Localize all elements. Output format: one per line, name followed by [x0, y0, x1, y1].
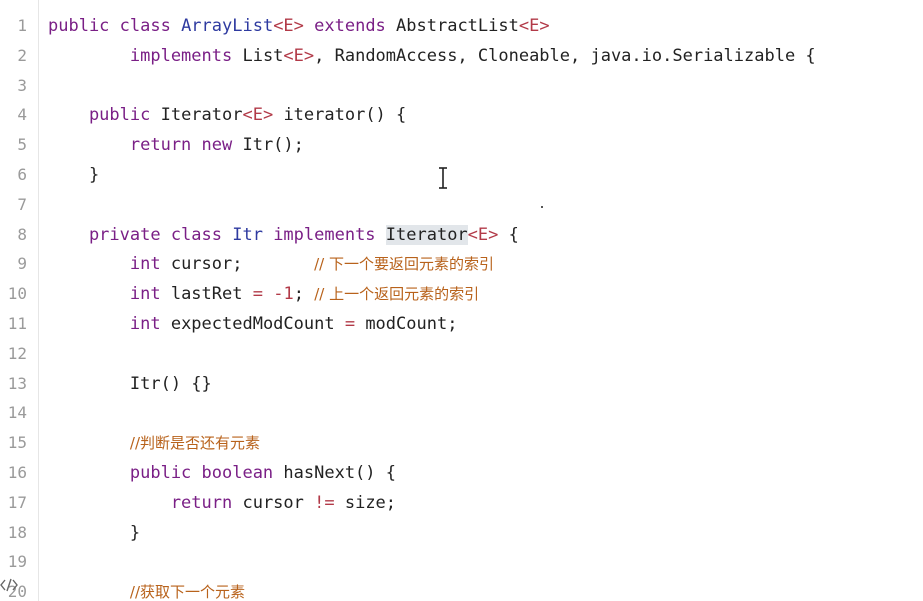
- line-number: 18: [7, 522, 27, 542]
- code-token: }: [48, 165, 100, 185]
- code-token: Itr() {}: [48, 373, 212, 394]
- stray-mark: [541, 206, 543, 208]
- line-number: 5: [17, 135, 27, 155]
- code-token: <E>: [467, 224, 499, 245]
- code-token: expectedModCount: [170, 314, 345, 334]
- code-token: private class: [48, 224, 233, 245]
- code-comment: //获取下一个元素: [129, 583, 245, 601]
- code-token: ArrayList: [181, 16, 274, 36]
- code-token: int: [48, 254, 171, 275]
- code-token: return new: [48, 135, 243, 156]
- code-token: -1: [273, 284, 294, 305]
- code-comment: // 上一个返回元素的索引: [314, 285, 480, 304]
- line-number: 3: [17, 75, 27, 95]
- code-token: public class: [48, 16, 182, 36]
- code-token: hasNext() {: [283, 463, 396, 483]
- code-token: Itr: [232, 224, 263, 245]
- code-token: int: [48, 314, 171, 334]
- fold-icon[interactable]: [0, 578, 18, 592]
- line-number: 19: [7, 552, 27, 572]
- code-comment: //判断是否还有元素: [129, 434, 260, 453]
- code-token: =: [344, 314, 356, 334]
- code-token: implements: [48, 45, 243, 66]
- line-number: 4: [17, 105, 27, 125]
- code-token: size;: [334, 492, 397, 513]
- code-token: ;: [293, 284, 315, 305]
- code-token: int: [48, 284, 171, 305]
- code-token: public boolean: [48, 463, 284, 483]
- code-line[interactable]: }: [48, 160, 99, 190]
- code-token: }: [48, 522, 141, 543]
- code-token: =: [252, 284, 263, 305]
- code-line[interactable]: Itr() {}: [48, 369, 212, 399]
- code-token: iterator() {: [273, 105, 407, 126]
- code-line[interactable]: private class Itr implements Iterator<E>…: [48, 220, 519, 250]
- code-token: public: [48, 105, 161, 126]
- code-token: <E>: [518, 16, 550, 36]
- code-token: AbstractList: [396, 16, 519, 36]
- line-number: 12: [7, 343, 27, 363]
- code-editor[interactable]: 1 2 3 4 5 6 7 8 9 10 11 12 13 14 15 16 17 18 19 20 public cl…: [0, 0, 923, 601]
- code-token: List: [242, 45, 284, 66]
- code-token: !=: [314, 492, 335, 513]
- code-line[interactable]: }: [48, 518, 140, 548]
- code-token: Itr();: [242, 135, 304, 156]
- code-line[interactable]: return cursor != size;: [48, 488, 396, 518]
- line-number: 1: [17, 16, 27, 35]
- text-cursor-icon: [439, 167, 447, 189]
- line-number: 11: [7, 314, 27, 333]
- code-line[interactable]: implements List<E>, RandomAccess, Clonea…: [48, 41, 816, 71]
- line-number: 10: [7, 284, 27, 304]
- code-token: <E>: [273, 16, 304, 36]
- line-number: 7: [17, 194, 27, 214]
- code-line[interactable]: return new Itr();: [48, 130, 304, 160]
- code-line[interactable]: public Iterator<E> iterator() {: [48, 100, 406, 130]
- line-number: 15: [7, 433, 27, 453]
- code-token: return: [48, 492, 243, 513]
- code-token: implements: [262, 224, 386, 245]
- code-token: lastRet: [170, 284, 253, 305]
- code-token: cursor;: [170, 254, 315, 275]
- line-number: 16: [7, 463, 27, 482]
- code-line[interactable]: public boolean hasNext() {: [48, 458, 396, 488]
- code-token: <E>: [242, 105, 274, 126]
- line-number: 14: [7, 403, 27, 423]
- line-number: 8: [17, 224, 27, 244]
- code-token: extends: [303, 16, 397, 36]
- code-line[interactable]: //获取下一个元素: [48, 577, 245, 601]
- code-line[interactable]: int lastRet = -1; // 上一个返回元素的索引: [48, 279, 479, 309]
- code-token: modCount;: [355, 314, 458, 334]
- line-number: 9: [17, 254, 27, 274]
- code-line[interactable]: public class ArrayList<E> extends Abstra…: [48, 11, 550, 41]
- code-token: , RandomAccess, Cloneable, java.io.Seria…: [314, 45, 816, 66]
- code-token: cursor: [242, 492, 315, 513]
- code-token: Iterator: [385, 224, 468, 245]
- code-token: Iterator: [160, 105, 243, 126]
- code-line[interactable]: //判断是否还有元素: [48, 428, 260, 458]
- code-line[interactable]: int cursor; // 下一个要返回元素的索引: [48, 249, 494, 279]
- line-number: 13: [7, 373, 27, 393]
- code-token: <E>: [283, 45, 315, 66]
- line-number: 17: [7, 492, 27, 512]
- code-line[interactable]: int expectedModCount = modCount;: [48, 309, 458, 339]
- code-token: {: [498, 224, 519, 245]
- code-comment: // 下一个要返回元素的索引: [314, 255, 495, 274]
- line-number: 2: [17, 45, 27, 65]
- line-number: 6: [17, 165, 27, 184]
